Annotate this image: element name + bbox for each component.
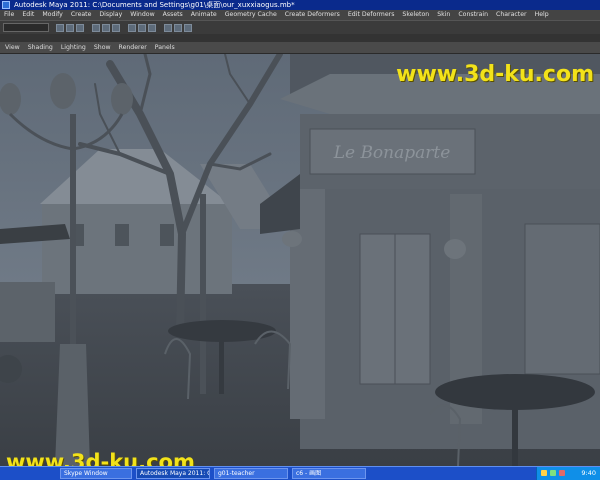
menu-window[interactable]: Window: [130, 10, 154, 20]
menu-skeleton[interactable]: Skeleton: [402, 10, 429, 20]
panel-menu-show[interactable]: Show: [94, 42, 111, 54]
panel-menu-shading[interactable]: Shading: [28, 42, 53, 54]
panel-menu-bar: View Shading Lighting Show Renderer Panels: [0, 42, 600, 54]
menu-display[interactable]: Display: [99, 10, 122, 20]
menu-skin[interactable]: Skin: [437, 10, 450, 20]
snap-point-icon[interactable]: [148, 24, 156, 32]
render-icon[interactable]: [164, 24, 172, 32]
open-scene-icon[interactable]: [66, 24, 74, 32]
panel-menu-renderer[interactable]: Renderer: [119, 42, 147, 54]
system-tray: 9:40: [536, 467, 600, 480]
menu-file[interactable]: File: [4, 10, 14, 20]
watermark-top: www.3d-ku.com: [396, 62, 594, 87]
menu-edit[interactable]: Edit: [22, 10, 34, 20]
menu-create[interactable]: Create: [71, 10, 92, 20]
new-scene-icon[interactable]: [56, 24, 64, 32]
ipr-render-icon[interactable]: [174, 24, 182, 32]
wall-lamp-right: [444, 239, 466, 259]
select-by-object-icon[interactable]: [102, 24, 110, 32]
menu-create-deformers[interactable]: Create Deformers: [285, 10, 340, 20]
select-by-component-icon[interactable]: [112, 24, 120, 32]
shelf-area: [0, 34, 600, 42]
wall-lamp-left: [282, 231, 302, 247]
tray-icon-volume[interactable]: [550, 470, 556, 476]
menu-help[interactable]: Help: [535, 10, 549, 20]
street-lamp-pole: [200, 194, 206, 394]
snap-curve-icon[interactable]: [138, 24, 146, 32]
panel-menu-view[interactable]: View: [5, 42, 20, 54]
window-title: Autodesk Maya 2011: C:\Documents and Set…: [14, 1, 295, 9]
render-settings-icon[interactable]: [184, 24, 192, 32]
taskbar-item-skype[interactable]: Skype Window: [60, 468, 132, 479]
maya-app-icon: [2, 1, 10, 9]
menu-edit-deformers[interactable]: Edit Deformers: [348, 10, 395, 20]
menu-modify[interactable]: Modify: [42, 10, 63, 20]
perspective-viewport[interactable]: Le Bonaparte www.3d-ku.com: [0, 54, 600, 466]
panel-menu-lighting[interactable]: Lighting: [61, 42, 86, 54]
menu-assets[interactable]: Assets: [163, 10, 183, 20]
shop-sign-text: Le Bonaparte: [333, 143, 451, 163]
taskbar-item-g01-teacher[interactable]: g01-teacher: [214, 468, 288, 479]
menu-character[interactable]: Character: [496, 10, 527, 20]
menu-set-dropdown[interactable]: [3, 23, 49, 32]
taskbar-item-maya[interactable]: Autodesk Maya 2011: C...: [136, 468, 210, 479]
select-by-hierarchy-icon[interactable]: [92, 24, 100, 32]
menu-constrain[interactable]: Constrain: [458, 10, 488, 20]
menu-geometry-cache[interactable]: Geometry Cache: [225, 10, 277, 20]
menu-animate[interactable]: Animate: [191, 10, 217, 20]
taskbar-clock: 9:40: [581, 469, 596, 477]
snap-grid-icon[interactable]: [128, 24, 136, 32]
windows-taskbar: Skype Window Autodesk Maya 2011: C... g0…: [0, 466, 600, 480]
tray-icon-network[interactable]: [541, 470, 547, 476]
menu-bar: File Edit Modify Create Display Window Assets A…: [0, 10, 600, 20]
title-bar: Autodesk Maya 2011: C:\Documents and Set…: [0, 0, 600, 10]
status-line: [0, 20, 600, 34]
tray-icon-security[interactable]: [559, 470, 565, 476]
taskbar-item-paint[interactable]: c6 - 画图: [292, 468, 366, 479]
panel-menu-panels[interactable]: Panels: [155, 42, 175, 54]
street-scene-render: Le Bonaparte: [0, 54, 600, 466]
save-scene-icon[interactable]: [76, 24, 84, 32]
